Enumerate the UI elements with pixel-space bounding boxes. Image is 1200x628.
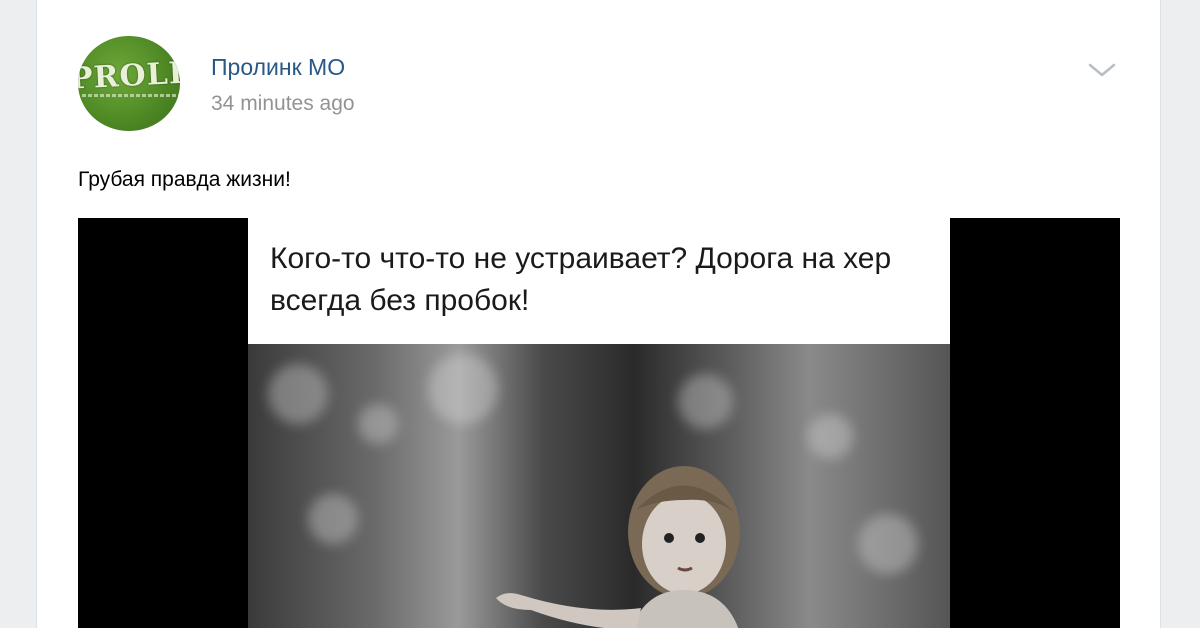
meme-image: Кого-то что-то не устраивает? Дорога на … <box>248 218 950 628</box>
post-image-attachment[interactable]: Кого-то что-то не устраивает? Дорога на … <box>78 218 1120 628</box>
meme-caption: Кого-то что-то не устраивает? Дорога на … <box>270 242 892 317</box>
meme-photo <box>248 344 950 628</box>
child-figure <box>496 466 740 628</box>
author-name-link[interactable]: Пролинк МО <box>211 54 345 81</box>
post-card: PROLIN Пролинк МО 34 minutes ago Грубая … <box>36 0 1161 628</box>
post-text: Грубая правда жизни! <box>78 168 291 191</box>
avatar[interactable]: PROLIN <box>78 36 180 131</box>
avatar-logo-subtext <box>82 94 180 97</box>
avatar-logo-text: PROLIN <box>78 54 180 97</box>
post-timestamp[interactable]: 34 minutes ago <box>211 92 355 116</box>
post-menu-button[interactable] <box>1087 58 1117 82</box>
chevron-down-icon <box>1088 63 1116 77</box>
